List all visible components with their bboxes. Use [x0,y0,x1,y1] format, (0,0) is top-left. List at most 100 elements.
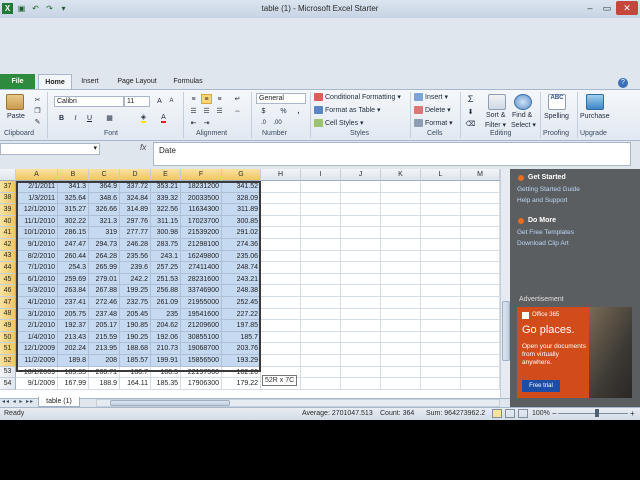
table-cell[interactable] [421,181,461,193]
paste-button[interactable]: Paste [7,113,25,120]
table-cell[interactable]: 179.22 [222,378,261,390]
table-cell[interactable] [341,297,381,309]
table-cell[interactable] [381,343,421,355]
table-cell[interactable]: 322.56 [151,204,181,216]
table-cell[interactable] [301,355,341,367]
table-cell[interactable]: 328.09 [222,192,261,205]
table-cell[interactable]: 11634300 [181,204,222,216]
table-cell[interactable] [461,227,500,239]
table-cell[interactable]: 11/2/2009 [16,355,58,367]
cut-icon[interactable]: ✂ [32,95,43,105]
table-cell[interactable] [341,192,381,205]
table-cell[interactable]: 2/1/2011 [16,181,58,193]
table-cell[interactable] [261,297,301,309]
table-cell[interactable] [381,308,421,321]
table-cell[interactable]: 185.35 [151,378,181,390]
table-cell[interactable]: 167.99 [58,378,89,390]
table-cell[interactable] [341,378,381,390]
tab-home[interactable]: Home [38,74,72,89]
table-cell[interactable]: 18231200 [181,181,222,193]
table-cell[interactable] [461,204,500,216]
free-trial-button[interactable]: Free trial [522,380,560,392]
table-cell[interactable] [301,273,341,286]
table-cell[interactable] [261,262,301,274]
font-size-combo[interactable]: 11 [124,96,150,107]
table-cell[interactable]: 297.76 [120,215,151,228]
table-cell[interactable] [341,320,381,332]
table-cell[interactable] [461,250,500,263]
row-header[interactable]: 44 [0,262,16,274]
table-cell[interactable] [261,181,301,193]
column-header-a[interactable]: A [16,169,58,181]
insert-function-button[interactable]: fx [140,143,146,152]
getting-started-guide-link[interactable]: Getting Started Guide [517,186,580,193]
table-cell[interactable] [261,355,301,367]
table-cell[interactable]: 319 [89,227,120,239]
row-header[interactable]: 40 [0,215,16,228]
page-break-view-icon[interactable] [518,409,528,418]
table-cell[interactable]: 202.24 [58,343,89,355]
table-cell[interactable]: 311.89 [222,204,261,216]
table-cell[interactable]: 10/1/2009 [16,366,58,379]
table-cell[interactable] [341,308,381,321]
table-cell[interactable] [461,355,500,367]
sheet-nav-arrows-icon[interactable]: ◂◂ ◂ ▸ ▸▸ [2,398,34,405]
column-header-d[interactable]: D [120,169,151,181]
table-cell[interactable]: 21955000 [181,297,222,309]
table-cell[interactable] [421,378,461,390]
minimize-button[interactable]: – [582,1,598,15]
table-cell[interactable] [301,297,341,309]
comma-button[interactable]: , [293,106,304,116]
table-cell[interactable]: 227.22 [222,308,261,321]
table-cell[interactable]: 182.26 [222,366,261,379]
table-cell[interactable] [421,204,461,216]
table-cell[interactable]: 291.02 [222,227,261,239]
table-cell[interactable]: 193.29 [222,355,261,367]
table-cell[interactable]: 11/1/2010 [16,215,58,228]
table-cell[interactable]: 237.41 [58,297,89,309]
table-cell[interactable] [381,215,421,228]
table-cell[interactable]: 252.45 [222,297,261,309]
paste-icon[interactable] [6,94,24,110]
table-cell[interactable] [421,297,461,309]
table-cell[interactable] [261,273,301,286]
column-header-g[interactable]: G [222,169,261,181]
horizontal-scroll-thumb[interactable] [110,400,230,406]
row-header[interactable]: 53 [0,366,16,379]
table-cell[interactable] [461,331,500,344]
table-cell[interactable]: 311.15 [151,215,181,228]
table-cell[interactable]: 27411400 [181,262,222,274]
table-cell[interactable]: 243.1 [151,250,181,263]
align-top-icon[interactable]: ≡ [188,94,199,104]
table-cell[interactable] [341,262,381,274]
normal-view-icon[interactable] [492,409,502,418]
table-cell[interactable]: 213.95 [89,343,120,355]
table-cell[interactable]: 1/4/2010 [16,331,58,344]
table-cell[interactable] [341,285,381,297]
table-cell[interactable] [341,366,381,379]
delete-cells-button[interactable]: Delete ▾ [414,106,451,115]
table-cell[interactable] [381,366,421,379]
table-cell[interactable] [421,331,461,344]
fill-icon[interactable]: ⬇ [465,107,476,117]
column-header-e[interactable]: E [151,169,181,181]
find-select-icon[interactable] [514,94,532,110]
zoom-slider-knob[interactable] [595,409,599,417]
table-cell[interactable] [381,227,421,239]
table-cell[interactable]: 12/1/2010 [16,204,58,216]
table-cell[interactable] [261,239,301,251]
table-cell[interactable] [461,285,500,297]
tab-file[interactable]: File [0,74,35,89]
table-cell[interactable]: 210.73 [151,343,181,355]
zoom-in-icon[interactable]: + [630,409,635,418]
column-header-j[interactable]: J [341,169,381,181]
table-cell[interactable]: 321.3 [89,215,120,228]
table-cell[interactable] [301,366,341,379]
table-cell[interactable] [421,239,461,251]
table-cell[interactable] [301,331,341,344]
table-cell[interactable]: 192.37 [58,320,89,332]
table-cell[interactable] [341,273,381,286]
table-cell[interactable] [301,285,341,297]
row-header[interactable]: 38 [0,192,16,205]
table-cell[interactable]: 257.25 [151,262,181,274]
